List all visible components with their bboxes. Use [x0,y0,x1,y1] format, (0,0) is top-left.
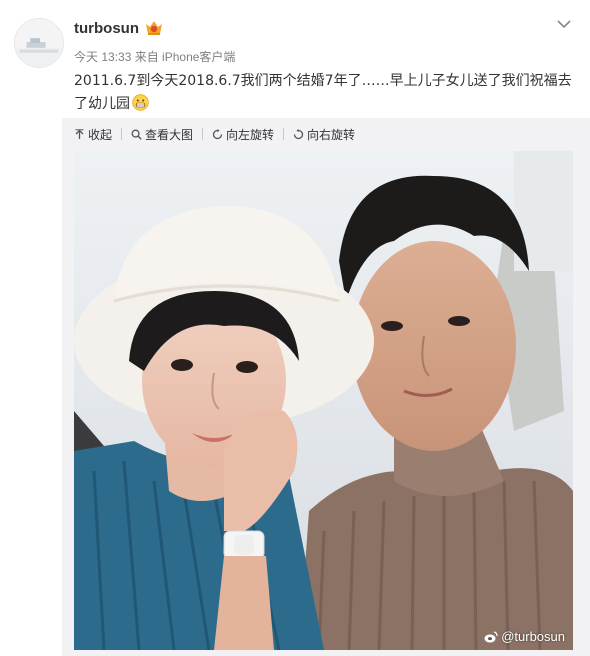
rotate-left-icon [212,128,223,139]
media-toolbar: 收起 查看大图 向左旋转 向右旋转 [74,124,355,144]
username[interactable]: turbosun [74,20,139,37]
post-time[interactable]: 今天 13:33 [74,50,131,64]
collect-label: 收起 [88,127,113,142]
photo-watermark: @turbosun [484,629,565,644]
rotate-left-button[interactable]: 向左旋转 [212,126,274,143]
view-large-button[interactable]: 查看大图 [131,126,193,143]
divider [283,128,285,140]
view-large-label: 查看大图 [145,127,194,142]
grin-emoji-icon [132,94,149,111]
avatar[interactable] [14,18,64,68]
post-source[interactable]: 来自 iPhone客户端 [135,50,236,64]
rotate-right-label: 向右旋转 [307,127,356,142]
watermark-text: @turbosun [501,629,565,644]
divider [202,128,204,140]
chevron-down-icon[interactable] [556,18,572,30]
rotate-right-button[interactable]: 向右旋转 [293,126,355,143]
couple-selfie-photo [74,151,573,650]
post-content: 2011.6.7到今天2018.6.7我们两个结婚7年了……早上儿子女儿送了我们… [74,70,579,116]
rotate-left-label: 向左旋转 [226,127,275,142]
crown-badge-icon[interactable] [145,20,163,36]
post-meta: 今天 13:33 来自 iPhone客户端 [74,48,235,65]
collect-button[interactable]: 收起 [74,126,112,143]
magnifier-icon [131,129,142,140]
arrow-up-icon [75,128,84,139]
divider [121,128,123,140]
post-photo[interactable]: @turbosun [74,151,573,650]
weibo-post: turbosun 今天 13:33 来自 iPhone客户端 2011.6.7到… [0,0,590,656]
weibo-logo-icon [484,630,498,642]
rotate-right-icon [293,128,304,139]
